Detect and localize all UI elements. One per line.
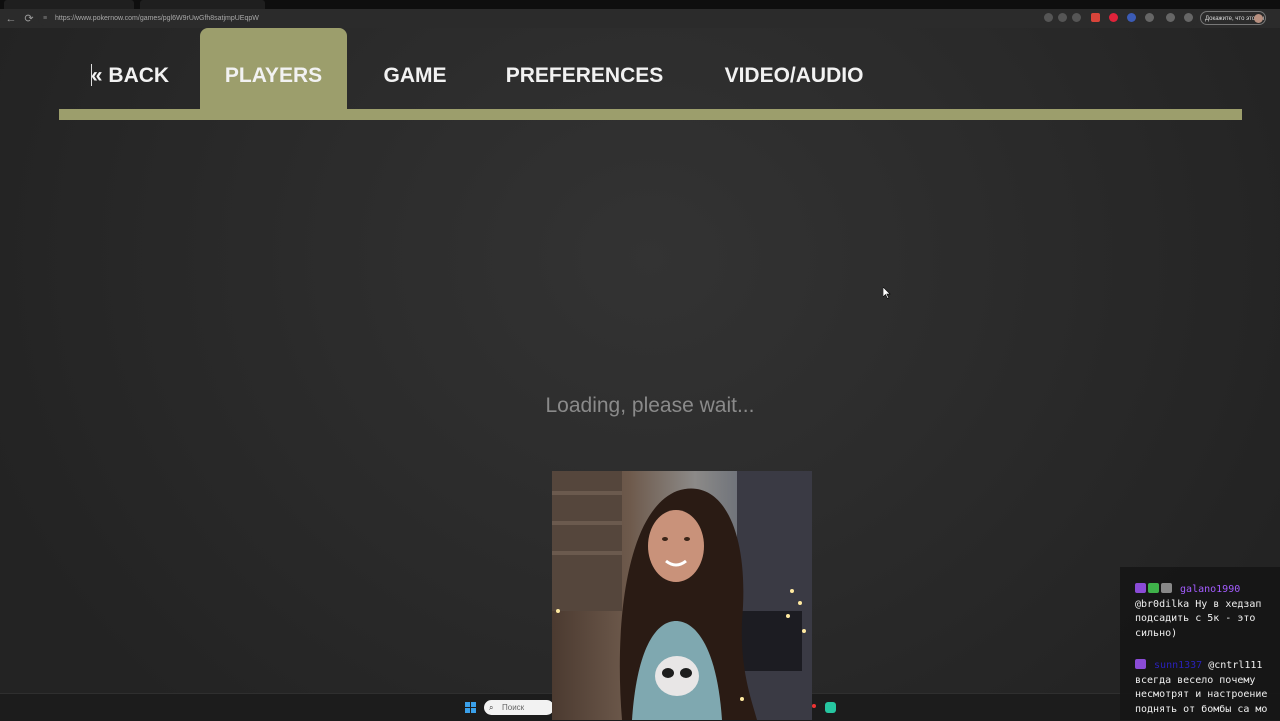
extension-icon[interactable]	[1109, 13, 1118, 22]
mouse-cursor-icon	[883, 287, 891, 299]
profile-button[interactable]: Докажите, что это вы	[1200, 11, 1266, 25]
browser-tab[interactable]	[140, 0, 265, 9]
browser-tab[interactable]	[4, 0, 134, 9]
chat-username: sunn1337	[1154, 660, 1203, 671]
extension-icon[interactable]	[1127, 13, 1136, 22]
loading-message: Loading, please wait...	[545, 394, 755, 417]
extension-icon[interactable]	[1091, 13, 1100, 22]
chat-mention: @cntrl111	[1208, 660, 1263, 671]
back-arrow-icon[interactable]: ←	[4, 12, 18, 26]
tab-game[interactable]: GAME	[372, 28, 458, 109]
downloads-icon[interactable]	[1166, 13, 1175, 22]
chat-text: всегда весело почему несмотрят и настрое…	[1135, 674, 1268, 715]
search-icon: ⌕	[489, 703, 494, 712]
browser-toolbar: ← ⟳ ≡ https://www.pokernow.com/games/pgl…	[0, 9, 1280, 28]
menu-underline-bar	[59, 109, 1242, 120]
browser-tab-strip	[0, 0, 1280, 9]
twitch-badge-icon	[1135, 659, 1146, 669]
taskbar-search-placeholder: Поиск	[502, 703, 525, 712]
chat-username: galano1990	[1180, 584, 1241, 595]
chat-message: sunn1337 @cntrl111 всегда весело почему …	[1135, 659, 1275, 717]
avatar	[1254, 14, 1263, 23]
tab-video-audio[interactable]: VIDEO/AUDIO	[712, 28, 876, 109]
tab-preferences[interactable]: PREFERENCES	[497, 28, 672, 109]
translate-icon[interactable]	[1044, 13, 1053, 22]
tab-players[interactable]: PLAYERS	[200, 28, 347, 109]
speaker-badge-icon	[1161, 583, 1172, 593]
notification-dot	[812, 704, 816, 708]
reload-icon[interactable]: ⟳	[22, 12, 36, 26]
taskbar-app-icon[interactable]	[825, 702, 836, 713]
address-bar[interactable]: ≡ https://www.pokernow.com/games/pgl6W9r…	[38, 11, 1198, 26]
extensions-puzzle-icon[interactable]	[1145, 13, 1154, 22]
chat-mention: @br0dilka	[1135, 598, 1190, 610]
checkmark-badge-icon	[1148, 583, 1159, 593]
site-info-icon[interactable]: ≡	[43, 11, 47, 26]
back-button[interactable]: « BACK	[88, 28, 172, 109]
windows-start-icon[interactable]	[465, 702, 477, 714]
webcam-overlay	[552, 471, 812, 720]
webcam-video	[552, 471, 812, 720]
address-url[interactable]: https://www.pokernow.com/games/pgl6W9rUw…	[55, 11, 259, 26]
stream-chat-overlay: galano1990 @br0dilka Ну в хедзап подсади…	[1120, 567, 1280, 720]
bookmark-star-icon[interactable]	[1072, 13, 1081, 22]
twitch-badge-icon	[1135, 583, 1146, 593]
taskbar-search[interactable]: ⌕ Поиск	[484, 700, 554, 715]
settings-icon[interactable]	[1184, 13, 1193, 22]
zoom-icon[interactable]	[1058, 13, 1067, 22]
chat-message: galano1990 @br0dilka Ну в хедзап подсади…	[1135, 583, 1275, 641]
